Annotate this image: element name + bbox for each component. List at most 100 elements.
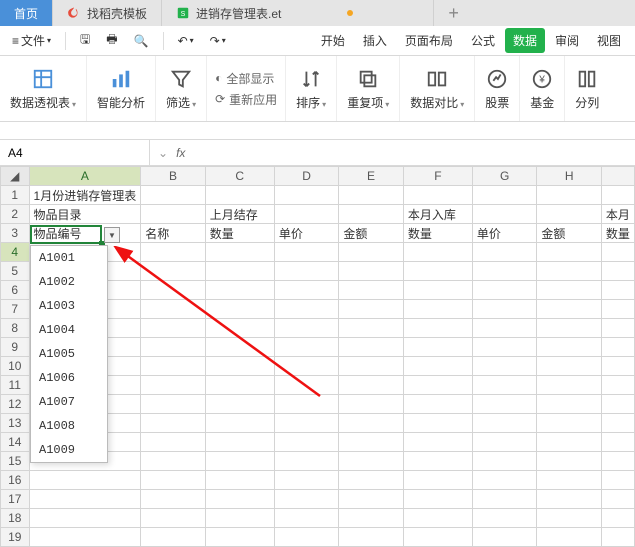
cell-C2[interactable]: 上月结存 <box>205 205 274 224</box>
cell-H4[interactable] <box>537 243 602 262</box>
cell-I3[interactable]: 数量 <box>601 224 634 243</box>
cell-C3[interactable]: 数量 <box>205 224 274 243</box>
col-header-B[interactable]: B <box>141 167 206 186</box>
cell-I17[interactable] <box>601 490 634 509</box>
cell-B5[interactable] <box>141 262 206 281</box>
row-header-14[interactable]: 14 <box>1 433 30 452</box>
cell-F17[interactable] <box>403 490 472 509</box>
cell-A16[interactable] <box>29 471 141 490</box>
cell-F5[interactable] <box>403 262 472 281</box>
cell-G1[interactable] <box>472 186 537 205</box>
cell-I4[interactable] <box>601 243 634 262</box>
name-box[interactable] <box>0 140 150 165</box>
cell-E11[interactable] <box>339 376 404 395</box>
row-header-17[interactable]: 17 <box>1 490 30 509</box>
row-header-11[interactable]: 11 <box>1 376 30 395</box>
cell-E9[interactable] <box>339 338 404 357</box>
cell-D14[interactable] <box>274 433 339 452</box>
fx-label[interactable]: fx <box>176 146 185 160</box>
cell-I1[interactable] <box>601 186 634 205</box>
cell-G19[interactable] <box>472 528 537 547</box>
cell-D17[interactable] <box>274 490 339 509</box>
row-header-18[interactable]: 18 <box>1 509 30 528</box>
cell-B8[interactable] <box>141 319 206 338</box>
cell-F4[interactable] <box>403 243 472 262</box>
cell-C4[interactable] <box>205 243 274 262</box>
cell-A3[interactable]: 物品编号 <box>29 224 141 243</box>
cell-I19[interactable] <box>601 528 634 547</box>
cell-G3[interactable]: 单价 <box>472 224 537 243</box>
col-header-I[interactable] <box>601 167 634 186</box>
col-header-D[interactable]: D <box>274 167 339 186</box>
cell-B6[interactable] <box>141 281 206 300</box>
cell-C15[interactable] <box>205 452 274 471</box>
cell-G2[interactable] <box>472 205 537 224</box>
cell-I2[interactable]: 本月 <box>601 205 634 224</box>
row-header-4[interactable]: 4 <box>1 243 30 262</box>
cell-G14[interactable] <box>472 433 537 452</box>
cell-H8[interactable] <box>537 319 602 338</box>
tab-view[interactable]: 视图 <box>589 28 629 53</box>
row-header-7[interactable]: 7 <box>1 300 30 319</box>
fx-dropdown-icon[interactable]: ⌄ <box>158 146 168 160</box>
col-header-H[interactable]: H <box>537 167 602 186</box>
cell-I15[interactable] <box>601 452 634 471</box>
cell-H18[interactable] <box>537 509 602 528</box>
cell-F10[interactable] <box>403 357 472 376</box>
cell-A2[interactable]: 物品目录 <box>29 205 141 224</box>
cell-C14[interactable] <box>205 433 274 452</box>
cell-E6[interactable] <box>339 281 404 300</box>
cell-F12[interactable] <box>403 395 472 414</box>
cell-F9[interactable] <box>403 338 472 357</box>
cell-C5[interactable] <box>205 262 274 281</box>
cell-D13[interactable] <box>274 414 339 433</box>
cell-I8[interactable] <box>601 319 634 338</box>
cell-B13[interactable] <box>141 414 206 433</box>
cell-E3[interactable]: 金额 <box>339 224 404 243</box>
cell-F1[interactable] <box>403 186 472 205</box>
cell-C16[interactable] <box>205 471 274 490</box>
cell-C7[interactable] <box>205 300 274 319</box>
cell-G18[interactable] <box>472 509 537 528</box>
cell-G11[interactable] <box>472 376 537 395</box>
row-header-13[interactable]: 13 <box>1 414 30 433</box>
cell-I9[interactable] <box>601 338 634 357</box>
cell-E10[interactable] <box>339 357 404 376</box>
ribbon-compare[interactable]: 数据对比 <box>400 56 475 121</box>
undo-button[interactable]: ↶▾ <box>172 30 200 52</box>
print-button[interactable]: 🖶 <box>100 26 123 55</box>
row-header-3[interactable]: 3 <box>1 224 30 243</box>
cell-C10[interactable] <box>205 357 274 376</box>
cell-H10[interactable] <box>537 357 602 376</box>
cell-B14[interactable] <box>141 433 206 452</box>
cell-H7[interactable] <box>537 300 602 319</box>
cell-C6[interactable] <box>205 281 274 300</box>
cell-B4[interactable] <box>141 243 206 262</box>
cell-H13[interactable] <box>537 414 602 433</box>
cell-D11[interactable] <box>274 376 339 395</box>
cell-H11[interactable] <box>537 376 602 395</box>
cell-C8[interactable] <box>205 319 274 338</box>
cell-F16[interactable] <box>403 471 472 490</box>
cell-B11[interactable] <box>141 376 206 395</box>
cell-D2[interactable] <box>274 205 339 224</box>
redo-button[interactable]: ↷▾ <box>204 30 232 52</box>
doc-tab-add[interactable]: + <box>434 0 473 26</box>
col-header-E[interactable]: E <box>339 167 404 186</box>
validation-dropdown[interactable]: A1001A1002A1003A1004A1005A1006A1007A1008… <box>30 245 108 463</box>
cell-B16[interactable] <box>141 471 206 490</box>
cell-D10[interactable] <box>274 357 339 376</box>
cell-G12[interactable] <box>472 395 537 414</box>
cell-E12[interactable] <box>339 395 404 414</box>
cell-G15[interactable] <box>472 452 537 471</box>
name-box-input[interactable] <box>8 146 141 160</box>
cell-A1[interactable]: 1月份进销存管理表 <box>29 186 141 205</box>
cell-H12[interactable] <box>537 395 602 414</box>
cell-F3[interactable]: 数量 <box>403 224 472 243</box>
cell-D16[interactable] <box>274 471 339 490</box>
cell-H6[interactable] <box>537 281 602 300</box>
cell-I18[interactable] <box>601 509 634 528</box>
cell-D6[interactable] <box>274 281 339 300</box>
cell-D9[interactable] <box>274 338 339 357</box>
col-header-A[interactable]: A <box>29 167 141 186</box>
